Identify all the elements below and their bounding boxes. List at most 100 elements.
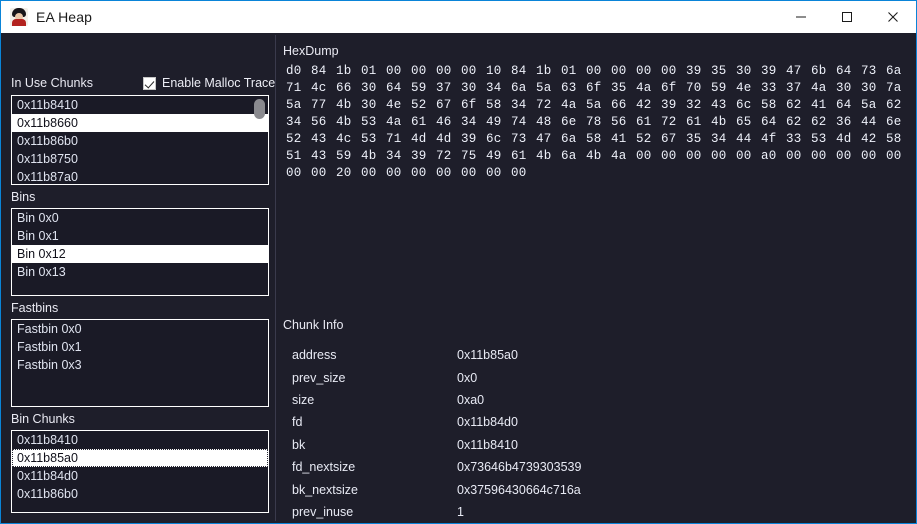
hex-byte: 4a — [386, 114, 402, 129]
hex-byte: 00 — [361, 165, 377, 180]
hex-byte: 01 — [361, 63, 377, 78]
hex-byte: 4b — [536, 148, 552, 163]
in-use-chunk-item[interactable]: 0x11b8750 — [12, 150, 268, 168]
hex-byte: 00 — [386, 165, 402, 180]
hex-byte: 70 — [686, 80, 702, 95]
chunk-info-key: bk — [292, 437, 306, 452]
bin-chunk-item[interactable]: 0x11b86b0 — [12, 485, 268, 503]
hex-byte: 7a — [886, 80, 902, 95]
in-use-chunks-label: In Use Chunks — [11, 76, 93, 90]
hex-byte: 10 — [486, 63, 502, 78]
bins-listbox[interactable]: Bin 0x0 Bin 0x1 Bin 0x12 Bin 0x13 — [11, 208, 269, 296]
chunk-info-row: bk_nextsize 0x37596430664c716a — [292, 478, 892, 500]
hex-byte: 73 — [511, 131, 527, 146]
hex-byte: 49 — [486, 114, 502, 129]
window-title: EA Heap — [36, 9, 92, 25]
bin-item[interactable]: Bin 0x0 — [12, 209, 268, 227]
minimize-icon — [796, 16, 806, 18]
enable-malloc-trace-checkbox[interactable]: Enable Malloc Trace — [143, 76, 275, 90]
hex-byte: 4c — [311, 80, 327, 95]
title-bar[interactable]: EA Heap — [1, 1, 916, 33]
hex-byte: 43 — [311, 131, 327, 146]
minimize-button[interactable] — [778, 1, 824, 33]
hex-byte: 44 — [736, 131, 752, 146]
in-use-chunk-item[interactable]: 0x11b87a0 — [12, 168, 268, 184]
checkbox-box[interactable] — [143, 76, 156, 90]
hex-byte: 77 — [311, 97, 327, 112]
bin-item[interactable]: Bin 0x12 — [12, 245, 268, 263]
bin-item[interactable]: Bin 0x13 — [12, 263, 268, 281]
close-icon — [888, 12, 898, 22]
hex-byte: 39 — [461, 131, 477, 146]
hex-byte: 00 — [586, 63, 602, 78]
hex-byte: 42 — [861, 131, 877, 146]
chunk-info-row: fd 0x11b84d0 — [292, 411, 892, 433]
hex-byte: 62 — [786, 97, 802, 112]
bin-chunk-item[interactable]: 0x11b84d0 — [12, 467, 268, 485]
hex-byte: 64 — [836, 97, 852, 112]
hex-byte: 4b — [711, 114, 727, 129]
hex-byte: 84 — [511, 63, 527, 78]
in-use-chunks-scrollbar-thumb[interactable] — [254, 99, 265, 119]
in-use-chunks-listbox[interactable]: 0x11b8410 0x11b8660 0x11b86b0 0x11b8750 0x11… — [11, 95, 269, 185]
hex-byte: 5a — [286, 97, 302, 112]
hexdump-row: 71 4c 66 30 64 59 37 30 34 6a 5a 63 6f 35 4a 6f 70 59 4e 33… — [286, 79, 911, 96]
chunk-info-value: 0xa0 — [457, 392, 485, 407]
hex-byte: 30 — [736, 63, 752, 78]
hex-byte: 51 — [286, 148, 302, 163]
in-use-chunk-item[interactable]: 0x11b86b0 — [12, 132, 268, 150]
in-use-chunk-item[interactable]: 0x11b8410 — [12, 96, 268, 114]
hex-byte: 00 — [611, 63, 627, 78]
chunk-info-table: address 0x11b85a0 prev_size 0x0 size 0xa0 fd 0x… — [292, 344, 892, 523]
hex-byte: 46 — [436, 114, 452, 129]
hex-byte: 4d — [436, 131, 452, 146]
hex-byte: 58 — [486, 97, 502, 112]
hex-byte: 6a — [561, 131, 577, 146]
hex-byte: 6f — [661, 80, 677, 95]
hex-byte: 6b — [811, 63, 827, 78]
close-button[interactable] — [870, 1, 916, 33]
fastbins-label: Fastbins — [11, 301, 59, 315]
in-use-chunk-item[interactable]: 0x11b8660 — [12, 114, 268, 132]
hex-byte: 39 — [661, 97, 677, 112]
hex-byte: 35 — [711, 63, 727, 78]
bin-chunks-listbox[interactable]: 0x11b8410 0x11b85a0 0x11b84d0 0x11b86b0 — [11, 430, 269, 513]
bin-item[interactable]: Bin 0x1 — [12, 227, 268, 245]
bin-chunk-item[interactable]: 0x11b85a0 — [12, 449, 268, 467]
chunk-info-value: 0x0 — [457, 370, 478, 385]
chunk-info-row: bk 0x11b8410 — [292, 434, 892, 456]
hex-byte: 43 — [311, 148, 327, 163]
chunk-info-key: fd_nextsize — [292, 460, 356, 475]
hex-byte: 33 — [761, 80, 777, 95]
hex-byte: 4b — [361, 148, 377, 163]
hex-byte: 6a — [561, 148, 577, 163]
hex-byte: 39 — [761, 63, 777, 78]
hex-byte: 1b — [336, 63, 352, 78]
hex-byte: 4a — [636, 80, 652, 95]
bins-label: Bins — [11, 190, 36, 204]
maximize-button[interactable] — [824, 1, 870, 33]
hex-byte: a0 — [761, 148, 777, 163]
hex-byte: 53 — [811, 131, 827, 146]
chunk-info-value: 0x11b85a0 — [457, 348, 518, 363]
hex-byte: 84 — [311, 63, 327, 78]
hex-byte: 00 — [436, 165, 452, 180]
hex-byte: 4a — [811, 80, 827, 95]
hex-byte: 47 — [786, 63, 802, 78]
hex-byte: 56 — [311, 114, 327, 129]
fastbin-item[interactable]: Fastbin 0x3 — [12, 356, 268, 374]
hex-byte: 61 — [636, 114, 652, 129]
app-avatar-icon — [10, 8, 28, 26]
hex-byte: 62 — [786, 114, 802, 129]
fastbins-listbox[interactable]: Fastbin 0x0 Fastbin 0x1 Fastbin 0x3 — [11, 319, 269, 407]
fastbin-item[interactable]: Fastbin 0x1 — [12, 338, 268, 356]
chunk-info-row: address 0x11b85a0 — [292, 344, 892, 366]
bin-chunk-item[interactable]: 0x11b8410 — [12, 431, 268, 449]
hex-byte: 34 — [511, 97, 527, 112]
window-controls — [778, 1, 916, 33]
hex-byte: 34 — [486, 80, 502, 95]
hex-byte: 74 — [511, 114, 527, 129]
hex-byte: 59 — [411, 80, 427, 95]
fastbin-item[interactable]: Fastbin 0x0 — [12, 320, 268, 338]
hex-byte: 58 — [886, 131, 902, 146]
